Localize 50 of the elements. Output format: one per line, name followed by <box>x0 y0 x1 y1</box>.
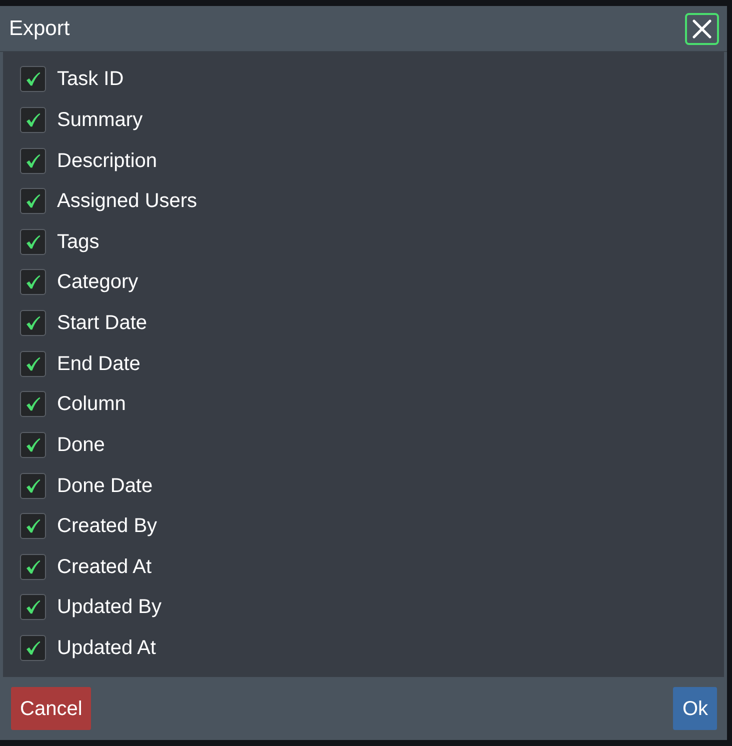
close-button[interactable] <box>685 12 719 44</box>
check-icon <box>25 274 41 290</box>
field-label: End Date <box>57 352 140 377</box>
check-icon <box>25 112 41 128</box>
checkbox[interactable] <box>20 148 46 174</box>
field-label: Created At <box>57 554 152 580</box>
field-label: Category <box>57 270 138 296</box>
check-icon <box>25 356 41 372</box>
check-icon <box>25 152 41 169</box>
check-icon <box>25 518 41 534</box>
checkbox[interactable] <box>20 472 46 499</box>
dialog-title: Export <box>9 16 70 42</box>
check-icon <box>25 71 41 88</box>
checkbox[interactable] <box>20 269 46 296</box>
check-icon <box>25 436 41 453</box>
field-label: Summary <box>57 108 143 133</box>
field-label: Updated At <box>57 636 156 662</box>
check-icon <box>25 193 41 210</box>
checkbox[interactable] <box>20 391 46 418</box>
field-label: Tags <box>57 230 100 255</box>
check-icon <box>25 234 41 250</box>
check-icon <box>25 558 41 575</box>
close-icon <box>692 18 712 38</box>
field-label: Done <box>57 432 105 458</box>
checkbox[interactable] <box>20 106 46 133</box>
ok-button[interactable]: Ok <box>673 687 717 730</box>
checkbox[interactable] <box>20 513 46 540</box>
cancel-button[interactable]: Cancel <box>11 687 92 730</box>
field-label: Description <box>57 148 158 174</box>
field-label: Assigned Users <box>57 189 198 214</box>
checkbox[interactable] <box>20 310 46 336</box>
checkbox[interactable] <box>20 188 46 214</box>
field-label: Start Date <box>57 311 148 336</box>
check-icon <box>25 599 41 616</box>
checkbox[interactable] <box>20 432 46 458</box>
field-label: Column <box>57 392 126 418</box>
field-label: Updated By <box>57 595 162 620</box>
checkbox[interactable] <box>20 228 46 255</box>
field-label: Task ID <box>57 67 124 92</box>
check-icon <box>25 315 41 332</box>
checkbox[interactable] <box>20 66 46 92</box>
check-icon <box>25 396 41 412</box>
checkbox[interactable] <box>20 554 46 580</box>
field-label: Created By <box>57 514 158 540</box>
checkbox[interactable] <box>20 635 46 662</box>
checkbox[interactable] <box>20 594 46 620</box>
field-label: Done Date <box>57 474 153 499</box>
check-icon <box>25 640 41 656</box>
check-icon <box>25 478 41 494</box>
checkbox[interactable] <box>20 350 46 377</box>
